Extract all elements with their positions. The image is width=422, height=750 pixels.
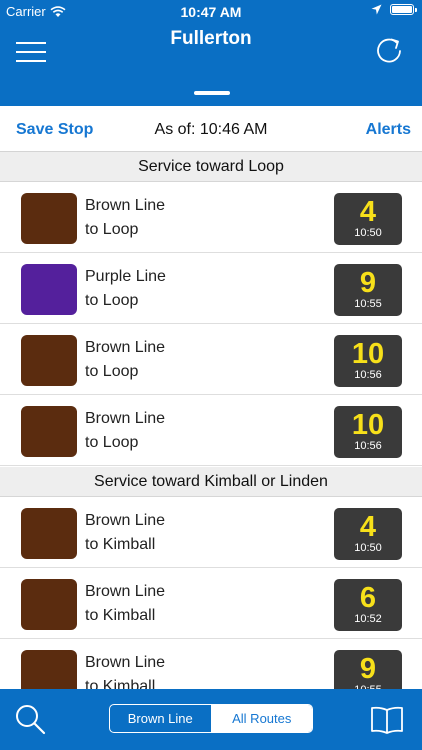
eta-box: 10 10:56 <box>334 335 402 387</box>
line-name: Brown Line <box>85 583 166 600</box>
line-color-swatch <box>21 335 77 386</box>
alerts-button[interactable]: Alerts <box>366 121 411 139</box>
arrival-row[interactable]: Brown Line to Loop 10 10:56 <box>0 324 422 395</box>
app-screen: Carrier 10:47 AM Fullerton Save Stop As … <box>0 0 422 750</box>
line-color-swatch <box>21 579 77 630</box>
arrival-time: 10:56 <box>354 369 382 381</box>
arrival-time: 10:55 <box>354 298 382 310</box>
book-icon[interactable] <box>370 705 404 735</box>
arrival-row[interactable]: Brown Line to Kimball 4 10:50 <box>0 497 422 568</box>
eta-minutes: 9 <box>359 653 377 685</box>
arrival-time: 10:50 <box>354 227 382 239</box>
arrival-row[interactable]: Brown Line to Kimball 6 10:52 <box>0 568 422 639</box>
segment-brown-line[interactable]: Brown Line <box>110 705 212 732</box>
line-name: Purple Line <box>85 268 166 285</box>
segment-all-routes[interactable]: All Routes <box>211 705 312 732</box>
line-color-swatch <box>21 406 77 457</box>
refresh-icon[interactable] <box>374 36 404 66</box>
eta-minutes: 10 <box>351 409 385 441</box>
arrival-time: 10:52 <box>354 613 382 625</box>
arrival-row[interactable]: Brown Line to Loop 4 10:50 <box>0 182 422 253</box>
arrival-row[interactable]: Purple Line to Loop 9 10:55 <box>0 253 422 324</box>
line-name: Brown Line <box>85 339 166 356</box>
destination: to Loop <box>85 434 139 451</box>
search-icon[interactable] <box>14 703 46 735</box>
battery-icon <box>390 4 417 15</box>
status-right <box>371 4 417 15</box>
toolbar: Save Stop As of: 10:46 AM Alerts <box>0 106 422 152</box>
section-header: Service toward Loop <box>0 152 422 182</box>
eta-box: 10 10:56 <box>334 406 402 458</box>
line-color-swatch <box>21 264 77 315</box>
section-header: Service toward Kimball or Linden <box>0 467 422 497</box>
destination: to Kimball <box>85 607 156 624</box>
destination: to Loop <box>85 292 139 309</box>
as-of-label: As of: 10:46 AM <box>154 121 268 138</box>
arrival-row[interactable]: Brown Line to Loop 10 10:56 <box>0 395 422 466</box>
line-color-swatch <box>21 508 77 559</box>
status-bar: Carrier 10:47 AM <box>0 0 422 22</box>
arrival-time: 10:50 <box>354 542 382 554</box>
destination: to Kimball <box>85 536 156 553</box>
header: Carrier 10:47 AM Fullerton <box>0 0 422 106</box>
eta-minutes: 4 <box>359 511 377 543</box>
page-title: Fullerton <box>170 28 252 49</box>
bottom-bar: Brown Line All Routes <box>0 689 422 750</box>
eta-minutes: 10 <box>351 338 385 370</box>
eta-box: 4 10:50 <box>334 193 402 245</box>
line-name: Brown Line <box>85 410 166 427</box>
eta-box: 6 10:52 <box>334 579 402 631</box>
eta-box: 9 10:55 <box>334 264 402 316</box>
status-time: 10:47 AM <box>180 4 242 20</box>
arrival-time: 10:56 <box>354 440 382 452</box>
line-name: Brown Line <box>85 654 166 671</box>
eta-minutes: 6 <box>359 582 377 614</box>
location-arrow-icon <box>371 4 382 15</box>
line-name: Brown Line <box>85 512 166 529</box>
destination: to Loop <box>85 221 139 238</box>
line-name: Brown Line <box>85 197 166 214</box>
eta-box: 4 10:50 <box>334 508 402 560</box>
eta-minutes: 9 <box>359 267 377 299</box>
line-color-swatch <box>21 193 77 244</box>
eta-minutes: 4 <box>359 196 377 228</box>
destination: to Loop <box>85 363 139 380</box>
drawer-handle[interactable] <box>194 91 230 95</box>
route-filter-segmented-control: Brown Line All Routes <box>109 704 313 733</box>
